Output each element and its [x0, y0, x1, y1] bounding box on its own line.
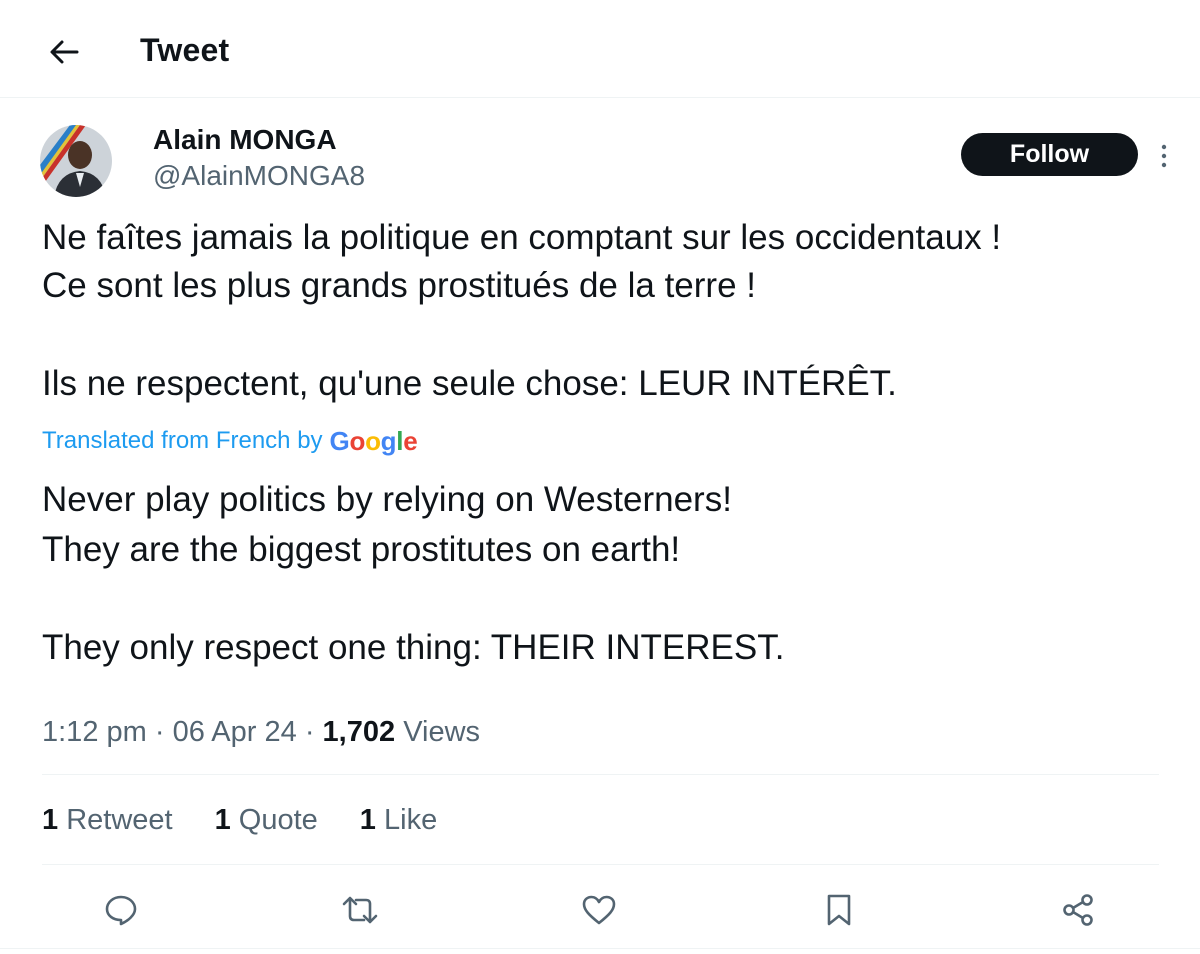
like-icon	[582, 895, 616, 925]
tweet-text-line: Ne faîtes jamais la politique en comptan…	[42, 218, 1002, 257]
tweet-meta: 1:12 pm · 06 Apr 24 · 1,702 Views	[42, 716, 480, 749]
translated-text-line: They are the biggest prostitutes on eart…	[42, 530, 681, 569]
bookmark-icon	[827, 894, 851, 926]
tweet-text-line: Ils ne respectent, qu'une seule chose: L…	[42, 364, 897, 403]
user-handle[interactable]: @AlainMONGA8	[153, 160, 365, 192]
tweet-page: Tweet Alain MONGA @AlainMONGA8 Follow Ne…	[0, 0, 1200, 954]
divider	[42, 774, 1159, 775]
translated-text-line: They only respect one thing: THEIR INTER…	[42, 628, 785, 667]
translation-label: Translated from French by	[42, 427, 323, 454]
retweets-stat[interactable]: 1 Retweet	[42, 804, 173, 837]
retweet-button[interactable]	[336, 886, 384, 934]
separator: ·	[304, 716, 315, 748]
share-icon	[1063, 894, 1093, 926]
display-name[interactable]: Alain MONGA	[153, 124, 337, 156]
arrow-left-icon	[50, 40, 79, 64]
quotes-stat[interactable]: 1 Quote	[215, 804, 318, 837]
follow-button[interactable]: Follow	[961, 133, 1138, 176]
page-title: Tweet	[140, 32, 230, 68]
likes-stat[interactable]: 1 Like	[360, 804, 437, 837]
like-count: 1	[359, 804, 376, 836]
top-bar: Tweet	[0, 0, 1200, 98]
tweet-date[interactable]: 06 Apr 24	[173, 716, 297, 748]
tweet-stats: 1 Retweet 1 Quote 1 Like	[42, 804, 479, 837]
google-logo: Google	[329, 425, 418, 456]
quote-label: Quote	[238, 804, 318, 836]
like-label: Like	[384, 804, 438, 836]
divider	[0, 948, 1200, 949]
separator: ·	[154, 716, 165, 748]
translated-text-line: Never play politics by relying on Wester…	[42, 480, 732, 519]
more-vertical-icon	[1161, 144, 1167, 168]
views-count: 1,702	[322, 716, 396, 748]
tweet-text-line: Ce sont les plus grands prostitués de la…	[42, 266, 756, 305]
translation-notice[interactable]: Translated from French by Google	[42, 424, 418, 458]
views-label: Views	[403, 716, 481, 748]
retweet-count: 1	[42, 804, 59, 836]
quote-count: 1	[214, 804, 231, 836]
action-bar	[0, 880, 1200, 940]
reply-button[interactable]	[97, 886, 145, 934]
tweet-time[interactable]: 1:12 pm	[42, 716, 147, 748]
retweet-icon	[342, 896, 378, 924]
bookmark-button[interactable]	[815, 886, 863, 934]
avatar[interactable]	[40, 125, 112, 197]
retweet-label: Retweet	[66, 804, 173, 836]
like-button[interactable]	[575, 886, 623, 934]
divider	[42, 864, 1159, 865]
share-button[interactable]	[1054, 886, 1102, 934]
more-options-button[interactable]	[1150, 136, 1178, 176]
back-button[interactable]	[40, 30, 88, 74]
reply-icon	[105, 895, 137, 926]
